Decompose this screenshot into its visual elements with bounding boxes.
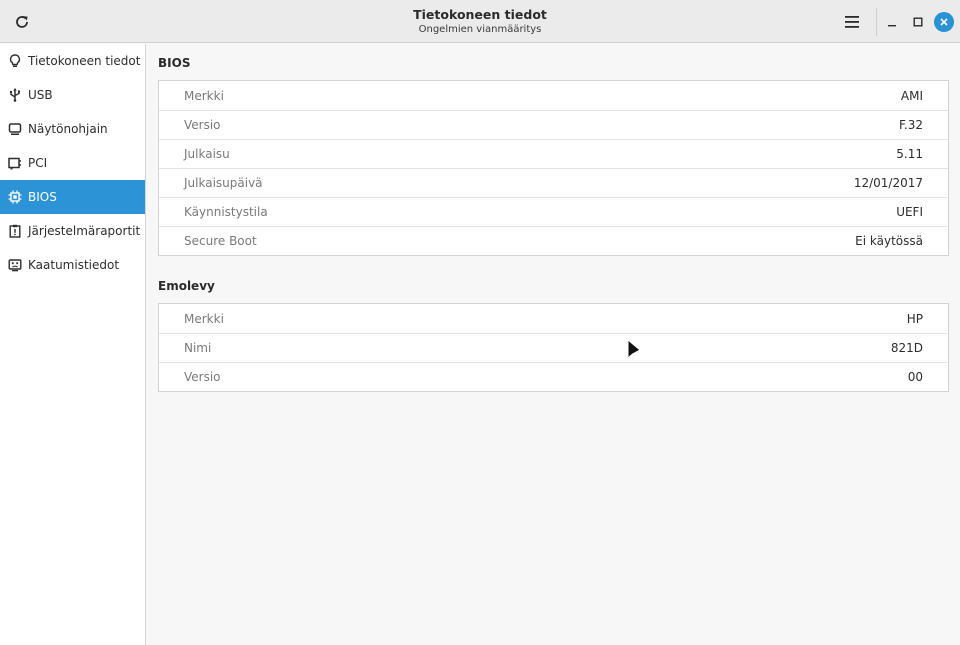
minimize-button[interactable]: [882, 12, 902, 32]
sidebar-item-label: Kaatumistiedot: [28, 258, 120, 272]
row-value: UEFI: [896, 205, 923, 219]
close-button[interactable]: [934, 12, 954, 32]
row-value: 00: [907, 370, 923, 384]
table-row: Merkki HP: [159, 304, 948, 333]
main-content: BIOS Merkki AMI Versio F.32 Julkaisu 5.1…: [147, 44, 960, 645]
titlebar-separator: [876, 8, 877, 36]
table-row: Secure Boot Ei käytössä: [159, 226, 948, 255]
sidebar-item-crash-info[interactable]: Kaatumistiedot: [0, 248, 145, 282]
table-row: Nimi 821D: [159, 333, 948, 362]
sidebar-item-label: Näytönohjain: [28, 122, 108, 136]
sidebar-item-system-info[interactable]: Tietokoneen tiedot: [0, 44, 145, 78]
table-row: Julkaisu 5.11: [159, 139, 948, 168]
maximize-icon: [913, 17, 923, 27]
sidebar-item-label: Järjestelmäraportit: [28, 224, 141, 238]
refresh-button[interactable]: [8, 8, 36, 36]
row-value: HP: [906, 311, 923, 326]
row-value: Ei käytössä: [855, 234, 923, 248]
row-key: Merkki: [184, 311, 224, 326]
report-icon: [8, 224, 22, 238]
usb-icon: [8, 88, 22, 102]
row-value: 5.11: [896, 147, 923, 161]
row-key: Secure Boot: [184, 234, 257, 248]
row-value: AMI: [900, 88, 923, 103]
sidebar-item-bios[interactable]: BIOS: [0, 180, 145, 214]
bios-card: Merkki AMI Versio F.32 Julkaisu 5.11 Jul…: [158, 80, 949, 256]
bios-section-title: BIOS: [158, 56, 191, 70]
row-key: Merkki: [184, 88, 224, 103]
crash-icon: [8, 258, 22, 272]
close-icon: [940, 18, 948, 26]
sidebar-item-label: USB: [28, 88, 53, 102]
motherboard-section-title: Emolevy: [158, 279, 215, 293]
table-row: Merkki AMI: [159, 81, 948, 110]
table-row: Versio 00: [159, 362, 948, 391]
pci-card-icon: [8, 156, 22, 170]
row-key: Versio: [184, 118, 221, 132]
sidebar: Tietokoneen tiedot USB Näytönohjain PCI …: [0, 44, 146, 645]
window-title: Tietokoneen tiedot: [413, 7, 547, 22]
row-key: Julkaisupäivä: [184, 176, 263, 190]
motherboard-card: Merkki HP Nimi 821D Versio 00: [158, 303, 949, 392]
window-subtitle: Ongelmien vianmääritys: [418, 24, 542, 35]
row-value: F.32: [898, 118, 923, 132]
main-menu-button[interactable]: [838, 8, 866, 36]
table-row: Julkaisupäivä 12/01/2017: [159, 168, 948, 197]
chip-icon: [8, 190, 22, 204]
hamburger-menu-icon: [845, 16, 859, 28]
lightbulb-icon: [8, 54, 22, 68]
table-row: Käynnistystila UEFI: [159, 197, 948, 226]
sidebar-item-pci[interactable]: PCI: [0, 146, 145, 180]
table-row: Versio F.32: [159, 110, 948, 139]
sidebar-item-label: PCI: [28, 156, 48, 170]
monitor-icon: [8, 122, 22, 136]
row-value: 821D: [890, 341, 923, 355]
window-title-block: Tietokoneen tiedot Ongelmien vianmäärity…: [0, 7, 960, 36]
sidebar-item-label: Tietokoneen tiedot: [28, 54, 141, 68]
row-key: Versio: [184, 370, 221, 384]
mouse-pointer-icon: [627, 338, 641, 360]
title-bar: Tietokoneen tiedot Ongelmien vianmäärity…: [0, 0, 960, 43]
row-key: Julkaisu: [184, 147, 230, 161]
maximize-button[interactable]: [908, 12, 928, 32]
sidebar-item-graphics-card[interactable]: Näytönohjain: [0, 112, 145, 146]
refresh-icon: [16, 16, 28, 28]
sidebar-item-system-reports[interactable]: Järjestelmäraportit: [0, 214, 145, 248]
row-key: Käynnistystila: [184, 205, 268, 219]
row-key: Nimi: [184, 341, 212, 355]
sidebar-item-label: BIOS: [28, 190, 57, 204]
minimize-icon: [888, 25, 896, 27]
row-value: 12/01/2017: [853, 176, 923, 190]
sidebar-item-usb[interactable]: USB: [0, 78, 145, 112]
